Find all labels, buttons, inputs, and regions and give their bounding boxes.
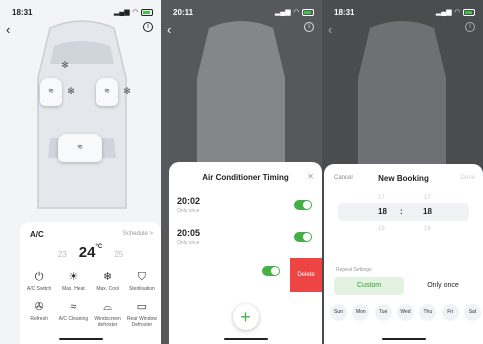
timer-time: 20:02 <box>177 196 201 206</box>
wind-icon: ≈ <box>70 301 77 313</box>
rear-seat-heat-icon[interactable]: ≋ <box>58 134 102 162</box>
wifi-icon: ◠ <box>132 9 138 16</box>
snowflake-icon: ❄ <box>103 271 113 283</box>
battery-icon <box>302 8 314 16</box>
ac-timing-screen: 20:11 ▂▄▆ ◠ ‹ i Air Conditioner Timing ✕… <box>161 0 322 344</box>
power-icon: ⏻ <box>34 271 44 283</box>
back-icon[interactable]: ‹ <box>328 22 332 37</box>
home-indicator <box>58 338 103 340</box>
timer-row[interactable]: 20:02 Only once <box>169 196 322 222</box>
hour-option[interactable]: 19 <box>378 226 385 232</box>
sterilisation-button[interactable]: ⛉ Sterilisation <box>125 270 159 292</box>
weekday-selector: Sun Mon Tue Wed Thu Fri Sat <box>330 304 481 321</box>
driver-seat-heat-icon[interactable]: ≋ <box>40 78 62 106</box>
day-wed[interactable]: Wed <box>396 304 414 321</box>
timer-toggle[interactable] <box>294 200 312 210</box>
back-icon[interactable]: ‹ <box>167 22 171 37</box>
temperature-selector: 23 24°C 25 <box>20 244 161 261</box>
battery-icon <box>463 8 475 16</box>
timer-row[interactable]: 20:05 Only once <box>169 228 322 254</box>
ac-switch-button[interactable]: ⏻ A/C Switch <box>22 270 56 292</box>
signal-icon: ▂▄▆ <box>435 9 452 16</box>
signal-icon: ▂▄▆ <box>274 9 291 16</box>
day-tue[interactable]: Tue <box>374 304 392 321</box>
status-bar: 20:11 ▂▄▆ ◠ <box>173 6 314 18</box>
timer-repeat: Only once <box>177 208 200 214</box>
close-icon[interactable]: ✕ <box>307 172 314 181</box>
temp-higher-option[interactable]: 25 <box>114 250 123 259</box>
car-top-view <box>197 21 285 168</box>
max-heat-button[interactable]: ☀ Max. Heat <box>56 270 90 292</box>
delete-button[interactable]: Delete <box>290 258 322 292</box>
day-mon[interactable]: Mon <box>352 304 370 321</box>
day-fri[interactable]: Fri <box>441 304 459 321</box>
driver-fan-icon[interactable]: ✻ <box>66 86 76 96</box>
hour-option[interactable]: 17 <box>378 195 385 201</box>
timer-time: 20:05 <box>177 228 201 238</box>
front-fan-icon[interactable]: ✻ <box>60 60 70 70</box>
minute-option[interactable]: 17 <box>424 195 431 201</box>
wifi-icon: ◠ <box>293 9 299 16</box>
status-bar: 18:31 ▂▄▆ ◠ <box>334 6 475 18</box>
add-timer-button[interactable]: + <box>232 304 259 330</box>
shield-icon: ⛉ <box>137 271 146 283</box>
timing-sheet: Air Conditioner Timing ✕ 20:02 Only once… <box>169 162 322 344</box>
timer-toggle[interactable] <box>294 232 312 242</box>
wifi-icon: ◠ <box>454 9 460 16</box>
passenger-fan-icon[interactable]: ✻ <box>122 86 132 96</box>
only-once-option[interactable]: Only once <box>408 277 478 295</box>
day-sun[interactable]: Sun <box>330 304 347 321</box>
sheet-title: Air Conditioner Timing <box>202 173 289 182</box>
ac-cleaning-button[interactable]: ≈ A/C Cleaning <box>56 300 90 328</box>
repeat-settings-label: Repeat Settings <box>336 267 372 273</box>
picker-selection-band <box>338 203 469 221</box>
info-icon[interactable]: i <box>143 22 153 32</box>
booking-title: New Booking <box>378 174 429 183</box>
car-top-view <box>358 21 446 168</box>
home-indicator <box>223 338 268 340</box>
timer-toggle[interactable] <box>262 266 280 276</box>
minute-option[interactable]: 19 <box>424 226 431 232</box>
custom-option[interactable]: Custom <box>334 277 404 295</box>
hour-picker[interactable]: 18 <box>378 207 387 216</box>
day-thu[interactable]: Thu <box>419 304 437 321</box>
ac-control-card: A/C Schedule > 23 24°C 25 ⏻ A/C Switch ☀… <box>20 222 161 344</box>
temp-unit: °C <box>95 244 103 250</box>
booking-sheet: Cancel New Booking Done 17 17 18 : 18 19… <box>324 164 483 344</box>
schedule-link[interactable]: Schedule > <box>123 231 153 237</box>
home-indicator <box>381 338 426 340</box>
info-icon[interactable]: i <box>465 22 475 32</box>
rear-window-defroster-button[interactable]: ▭ Rear Window Defroster <box>125 300 159 328</box>
status-time: 20:11 <box>173 7 194 17</box>
front-defrost-icon: ⌓ <box>103 301 112 313</box>
status-time: 18:31 <box>12 7 33 17</box>
ac-controls-grid: ⏻ A/C Switch ☀ Max. Heat ❄ Max. Cool ⛉ S… <box>22 270 159 328</box>
minute-picker[interactable]: 18 <box>423 207 432 216</box>
battery-icon <box>141 8 153 16</box>
back-icon[interactable]: ‹ <box>6 22 10 37</box>
max-cool-button[interactable]: ❄ Max. Cool <box>91 270 125 292</box>
temp-lower-option[interactable]: 23 <box>58 250 67 259</box>
status-time: 18:31 <box>334 7 355 17</box>
done-button[interactable]: Done <box>461 175 475 181</box>
signal-icon: ▂▄▆ <box>113 9 130 16</box>
car-top-view <box>37 20 127 209</box>
ac-title: A/C <box>30 230 44 239</box>
day-sat[interactable]: Sat <box>463 304 481 321</box>
passenger-seat-heat-icon[interactable]: ≋ <box>96 78 118 106</box>
rear-defrost-icon: ▭ <box>136 301 148 313</box>
refresh-fan-icon: ✇ <box>34 301 44 313</box>
new-booking-screen: 18:31 ▂▄▆ ◠ ‹ i Cancel New Booking Done … <box>322 0 483 344</box>
status-bar: 18:31 ▂▄▆ ◠ <box>12 6 153 18</box>
time-separator: : <box>400 207 403 216</box>
timer-repeat: Only once <box>177 240 200 246</box>
windscreen-defroster-button[interactable]: ⌓ Windscreen defroster <box>91 300 125 328</box>
ac-main-screen: 18:31 ▂▄▆ ◠ ‹ i ✻ ≋ ≋ ✻ ✻ ≋ A/C Schedule… <box>0 0 161 344</box>
temp-current: 24°C <box>78 244 103 261</box>
info-icon[interactable]: i <box>304 22 314 32</box>
sun-icon: ☀ <box>68 271 79 283</box>
refresh-button[interactable]: ✇ Refresh <box>22 300 56 328</box>
